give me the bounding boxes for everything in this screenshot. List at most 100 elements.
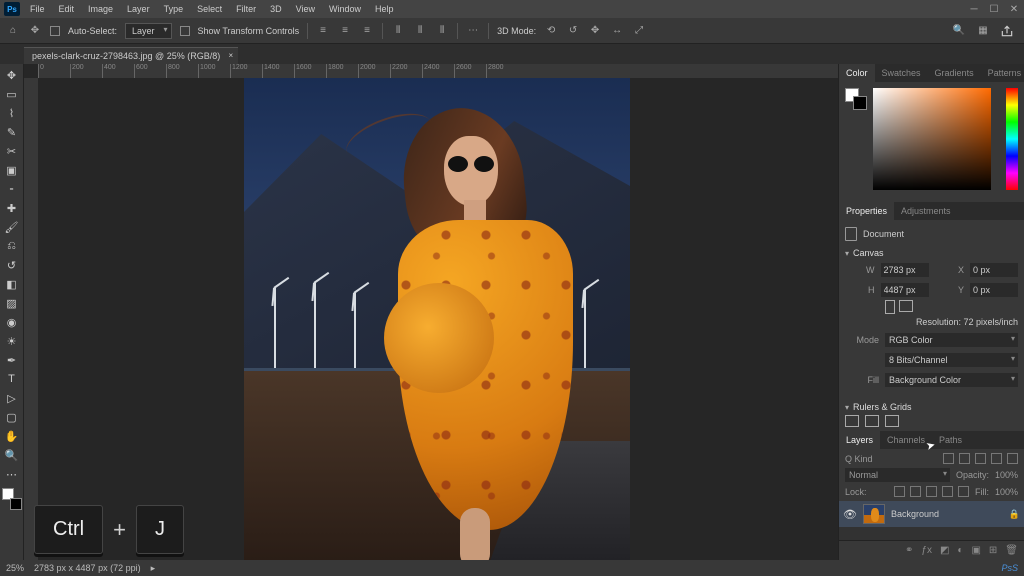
blend-mode-dropdown[interactable]: Normal: [845, 468, 950, 482]
depth-dropdown[interactable]: 8 Bits/Channel: [885, 353, 1018, 367]
marquee-tool[interactable]: ▭: [2, 85, 22, 103]
document-image[interactable]: [244, 78, 630, 560]
gradient-tool[interactable]: ▨: [2, 294, 22, 312]
menu-help[interactable]: Help: [369, 2, 400, 16]
align-right-icon[interactable]: ≡: [360, 24, 374, 38]
quick-select-tool[interactable]: ✎: [2, 123, 22, 141]
tab-properties[interactable]: Properties: [839, 202, 894, 220]
document-tab[interactable]: pexels-clark-cruz-2798463.jpg @ 25% (RGB…: [24, 47, 238, 64]
color-field[interactable]: [873, 88, 991, 190]
shape-tool[interactable]: ▢: [2, 408, 22, 426]
align-left-icon[interactable]: ≡: [316, 24, 330, 38]
link-layers-icon[interactable]: ⚭: [905, 545, 913, 556]
maximize-button[interactable]: ☐: [988, 4, 1000, 15]
canvas-area[interactable]: 0200400600800100012001400160018002000220…: [24, 64, 838, 560]
share-icon[interactable]: [1000, 24, 1014, 38]
tab-layers[interactable]: Layers: [839, 431, 880, 449]
menu-type[interactable]: Type: [158, 2, 190, 16]
dodge-tool[interactable]: ☀: [2, 332, 22, 350]
menu-file[interactable]: File: [24, 2, 51, 16]
grid-icon[interactable]: [865, 415, 879, 427]
hand-tool[interactable]: ✋: [2, 427, 22, 445]
menu-view[interactable]: View: [290, 2, 321, 16]
canvas-section[interactable]: Canvas: [845, 248, 1018, 258]
menu-window[interactable]: Window: [323, 2, 367, 16]
opacity-value[interactable]: 100%: [995, 470, 1018, 480]
eraser-tool[interactable]: ◧: [2, 275, 22, 293]
close-tab-icon[interactable]: ×: [229, 51, 234, 60]
width-field[interactable]: [881, 263, 929, 277]
clone-tool[interactable]: ⎌: [2, 237, 22, 255]
show-transform-checkbox[interactable]: [180, 26, 190, 36]
menu-image[interactable]: Image: [82, 2, 119, 16]
tab-patterns[interactable]: Patterns: [981, 64, 1024, 82]
distribute-icon[interactable]: ⋯: [466, 24, 480, 38]
roll-3d-icon[interactable]: ↺: [566, 24, 580, 38]
fill-dropdown[interactable]: Background Color: [885, 373, 1018, 387]
fill-pct-value[interactable]: 100%: [995, 487, 1018, 497]
move-tool[interactable]: ✥: [2, 66, 22, 84]
background-color[interactable]: [10, 498, 22, 510]
path-tool[interactable]: ▷: [2, 389, 22, 407]
align-center-v-icon[interactable]: ⫴: [413, 24, 427, 38]
brush-tool[interactable]: 🖌: [2, 218, 22, 236]
lasso-tool[interactable]: ⌇: [2, 104, 22, 122]
slide-3d-icon[interactable]: ↔: [610, 24, 624, 38]
height-field[interactable]: [881, 283, 929, 297]
crop-tool[interactable]: ✂: [2, 142, 22, 160]
blur-tool[interactable]: ◉: [2, 313, 22, 331]
menu-layer[interactable]: Layer: [121, 2, 156, 16]
layer-thumb[interactable]: [863, 504, 885, 524]
rulers-section[interactable]: Rulers & Grids: [845, 402, 1018, 412]
layer-row-background[interactable]: 👁 Background 🔒: [839, 501, 1024, 527]
tab-paths[interactable]: Paths: [932, 431, 969, 449]
new-layer-icon[interactable]: ⊞: [989, 545, 997, 556]
auto-select-dropdown[interactable]: Layer: [125, 23, 172, 39]
menu-filter[interactable]: Filter: [230, 2, 262, 16]
tab-gradients[interactable]: Gradients: [928, 64, 981, 82]
history-brush-tool[interactable]: ↺: [2, 256, 22, 274]
tab-swatches[interactable]: Swatches: [875, 64, 928, 82]
orientation-icons[interactable]: [885, 300, 1018, 314]
home-icon[interactable]: ⌂: [6, 24, 20, 38]
menu-select[interactable]: Select: [191, 2, 228, 16]
tab-channels[interactable]: Channels: [880, 431, 932, 449]
color-fg-bg[interactable]: [845, 88, 867, 110]
zoom-level[interactable]: 25%: [6, 563, 24, 573]
lock-icons[interactable]: [894, 486, 969, 497]
trash-icon[interactable]: 🗑: [1005, 545, 1018, 556]
lock-icon[interactable]: 🔒: [1009, 509, 1020, 520]
visibility-icon[interactable]: 👁: [843, 508, 857, 521]
tab-adjustments[interactable]: Adjustments: [894, 202, 958, 220]
hue-slider[interactable]: [1006, 88, 1018, 190]
y-field[interactable]: [970, 283, 1018, 297]
orbit-3d-icon[interactable]: ⟲: [544, 24, 558, 38]
tab-color[interactable]: Color: [839, 64, 875, 82]
align-center-h-icon[interactable]: ≡: [338, 24, 352, 38]
landscape-icon[interactable]: [899, 300, 913, 312]
layer-filter-icons[interactable]: [943, 453, 1018, 464]
workspace-icon[interactable]: ▦: [976, 24, 990, 38]
mask-icon[interactable]: ◩: [940, 545, 949, 556]
align-bottom-icon[interactable]: ⫴: [435, 24, 449, 38]
fg-bg-colors[interactable]: [2, 488, 22, 510]
healing-tool[interactable]: ✚: [2, 199, 22, 217]
frame-tool[interactable]: ▣: [2, 161, 22, 179]
adjustment-icon[interactable]: ◐: [957, 545, 963, 556]
layer-name[interactable]: Background: [891, 509, 939, 519]
portrait-icon[interactable]: [885, 300, 895, 314]
fx-icon[interactable]: ƒx: [921, 545, 932, 556]
pen-tool[interactable]: ✒: [2, 351, 22, 369]
search-icon[interactable]: 🔍: [952, 24, 966, 38]
menu-3d[interactable]: 3D: [264, 2, 288, 16]
minimize-button[interactable]: ─: [968, 4, 980, 15]
type-tool[interactable]: T: [2, 370, 22, 388]
scale-3d-icon[interactable]: ⤢: [632, 24, 646, 38]
edit-toolbar[interactable]: ⋯: [2, 465, 22, 483]
guides-icon[interactable]: [885, 415, 899, 427]
x-field[interactable]: [970, 263, 1018, 277]
align-top-icon[interactable]: ⫴: [391, 24, 405, 38]
menu-edit[interactable]: Edit: [53, 2, 81, 16]
group-icon[interactable]: ▣: [971, 545, 980, 556]
rulers-icon[interactable]: [845, 415, 859, 427]
